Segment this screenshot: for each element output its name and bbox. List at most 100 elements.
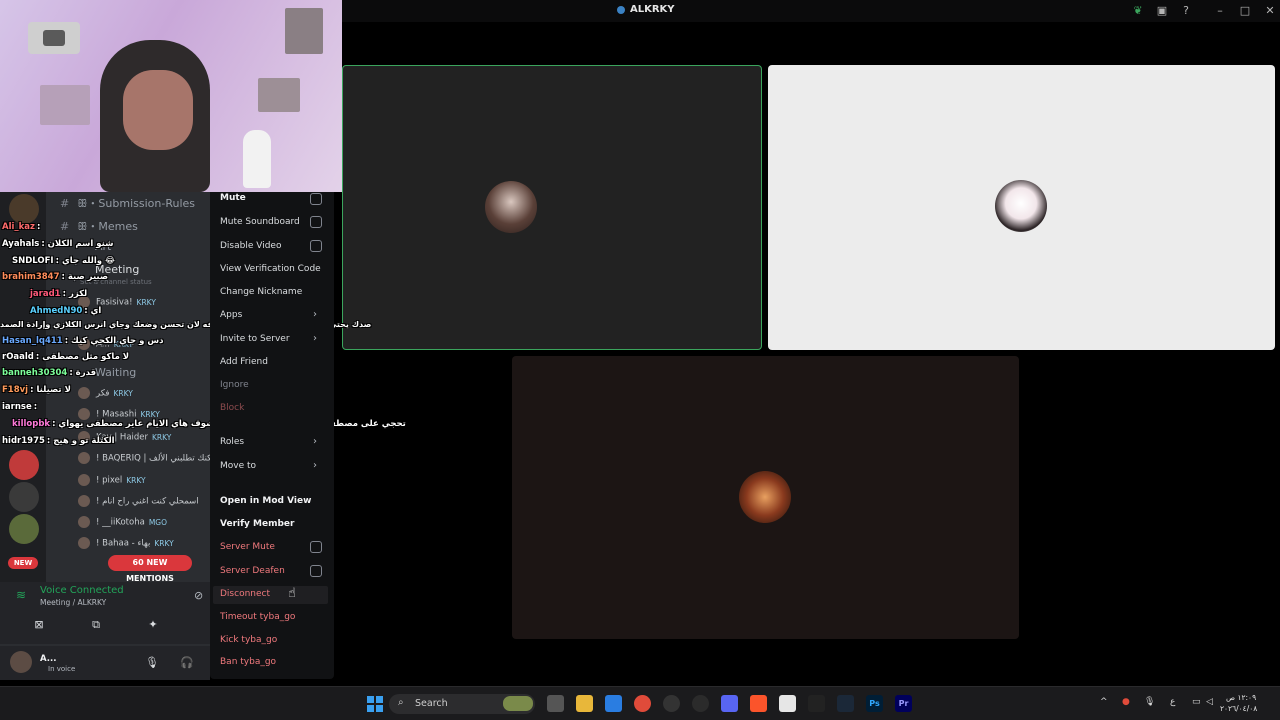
- file-explorer-icon[interactable]: [576, 695, 593, 712]
- search-label: Search: [415, 698, 448, 709]
- discord-icon[interactable]: [721, 695, 738, 712]
- voice-tile[interactable]: [512, 356, 1019, 639]
- menu-item-ban[interactable]: Ban tyba_go: [220, 657, 276, 667]
- voice-member[interactable]: فكر KRKY: [78, 387, 133, 399]
- streamer-face: [123, 70, 193, 150]
- disable-video-checkbox[interactable]: [310, 240, 322, 252]
- chat-message: hidr1975: الكتلة تو و هيج: [2, 436, 115, 446]
- new-mentions-pill[interactable]: 60 NEW MENTIONS: [108, 555, 192, 583]
- windows-icon[interactable]: [367, 696, 383, 712]
- headphones-icon[interactable]: 🎧: [180, 656, 194, 669]
- new-badge[interactable]: NEW: [8, 557, 38, 569]
- photoshop-icon[interactable]: Ps: [866, 695, 883, 712]
- window-title: ALKRKY: [630, 4, 675, 15]
- award-plaque: [285, 8, 323, 54]
- menu-item-server-deafen[interactable]: Server Deafen: [220, 566, 285, 576]
- menu-item-disconnect[interactable]: Disconnect: [220, 589, 270, 599]
- disconnect-call-icon[interactable]: ⊘: [194, 589, 203, 602]
- voice-tile-speaking[interactable]: [342, 65, 762, 350]
- microphone: [243, 130, 271, 188]
- store-icon[interactable]: [605, 695, 622, 712]
- voice-member[interactable]: ! Bahaa - بهاء KRKY: [78, 537, 174, 549]
- menu-item-ignore[interactable]: Ignore: [220, 380, 249, 390]
- channel-item[interactable]: # ꕥ・Memes: [60, 218, 138, 234]
- participant-avatar: [739, 471, 791, 523]
- video-off-icon[interactable]: ⊠: [28, 617, 50, 633]
- award-plaque: [258, 78, 300, 112]
- menu-item-roles[interactable]: Roles: [220, 437, 244, 447]
- menu-item-add-friend[interactable]: Add Friend: [220, 357, 268, 367]
- chat-message: rOaald: لا ماكو مثل مصطفى: [2, 352, 130, 362]
- leaf-icon[interactable]: ❦: [1131, 4, 1145, 18]
- steam-helper-icon[interactable]: [663, 695, 680, 712]
- server-icon[interactable]: [9, 514, 39, 544]
- voice-channel-path[interactable]: Meeting / ALKRKY: [40, 598, 106, 607]
- chevron-up-icon[interactable]: ^: [1100, 697, 1108, 707]
- server-icon[interactable]: [9, 482, 39, 512]
- close-icon[interactable]: ✕: [1263, 4, 1277, 18]
- menu-item-kick[interactable]: Kick tyba_go: [220, 635, 277, 645]
- voice-member[interactable]: ! pixel KRKY: [78, 474, 146, 486]
- language-indicator[interactable]: ع: [1170, 697, 1175, 707]
- menu-item-server-mute[interactable]: Server Mute: [220, 542, 275, 552]
- steam-icon[interactable]: [837, 695, 854, 712]
- volume-icon[interactable]: ◁: [1206, 697, 1213, 707]
- menu-item-block[interactable]: Block: [220, 403, 244, 413]
- server-icon[interactable]: [9, 194, 39, 224]
- award-plaque: [40, 85, 90, 125]
- chat-message: Ayahals: شنو اسم الكلان: [2, 239, 114, 249]
- menu-item-apps[interactable]: Apps: [220, 310, 242, 320]
- voice-member[interactable]: ! BAQERIQ | يمكنك تطلبني الألف: [78, 452, 223, 464]
- inbox-icon[interactable]: ▣: [1155, 4, 1169, 18]
- menu-item-open-in-mod-view[interactable]: Open in Mod View: [220, 496, 311, 506]
- clock-date[interactable]: ٢٠٢٦/٠٤/٠٨: [1220, 704, 1257, 713]
- task-view-icon[interactable]: [547, 695, 564, 712]
- chat-message: Hasan_lq411: دس و جاي الكجي كيك: [2, 336, 164, 346]
- voice-member[interactable]: ! __iiKotoha MGO: [78, 516, 167, 528]
- mute-checkbox[interactable]: [310, 193, 322, 205]
- premiere-icon[interactable]: Pr: [895, 695, 912, 712]
- server-mute-checkbox[interactable]: [310, 541, 322, 553]
- screen-share-icon[interactable]: ⧉: [85, 617, 107, 633]
- tray-app-icon[interactable]: ●: [1122, 697, 1130, 707]
- user-name[interactable]: A...: [40, 654, 56, 664]
- menu-item-timeout[interactable]: Timeout tyba_go: [220, 612, 295, 622]
- menu-item-mute[interactable]: Mute: [220, 193, 246, 203]
- chat-message: jarad1: لكزر: [30, 289, 88, 299]
- chrome-icon[interactable]: [634, 695, 651, 712]
- maximize-icon[interactable]: □: [1238, 4, 1252, 18]
- microphone-tray-icon[interactable]: 🎙: [1144, 697, 1155, 707]
- brave-icon[interactable]: [750, 695, 767, 712]
- network-icon[interactable]: ▭: [1192, 697, 1201, 707]
- menu-item-disable-video[interactable]: Disable Video: [220, 241, 281, 251]
- chat-message: brahim3847: صبير صبة: [2, 272, 109, 282]
- menu-item-move-to[interactable]: Move to: [220, 461, 256, 471]
- menu-item-invite-to-server[interactable]: Invite to Server: [220, 334, 290, 344]
- signal-icon[interactable]: ≋: [16, 588, 26, 602]
- menu-item-mute-soundboard[interactable]: Mute Soundboard: [220, 217, 300, 227]
- mute-soundboard-checkbox[interactable]: [310, 216, 322, 228]
- help-icon[interactable]: ?: [1179, 4, 1193, 18]
- activities-icon[interactable]: ✦: [142, 617, 164, 633]
- user-status: In voice: [48, 665, 76, 673]
- search-icon: ⌕: [398, 697, 404, 708]
- minimize-icon[interactable]: –: [1213, 4, 1227, 18]
- clock-time[interactable]: ١٢:٠٩ ص: [1226, 693, 1256, 702]
- capcut-icon[interactable]: [808, 695, 825, 712]
- server-icon[interactable]: [9, 450, 39, 480]
- microphone-icon[interactable]: 🎙: [145, 656, 159, 669]
- document-app-icon[interactable]: [779, 695, 796, 712]
- voice-connected-status[interactable]: Voice Connected: [40, 585, 124, 596]
- server-deafen-checkbox[interactable]: [310, 565, 322, 577]
- menu-item-view-verification-code[interactable]: View Verification Code: [220, 264, 321, 274]
- chevron-right-icon: ›: [313, 333, 317, 344]
- obs-icon[interactable]: [692, 695, 709, 712]
- participant-avatar: [485, 181, 537, 233]
- menu-item-change-nickname[interactable]: Change Nickname: [220, 287, 302, 297]
- voice-tile[interactable]: [768, 65, 1275, 350]
- channel-item[interactable]: # ꕥ・Submission-Rules: [60, 195, 195, 211]
- avatar[interactable]: [10, 651, 32, 673]
- menu-item-verify-member[interactable]: Verify Member: [220, 519, 294, 529]
- voice-member[interactable]: ! اسمحلي كنت اغني راح انام: [78, 495, 203, 507]
- voice-channel-item[interactable]: Waiting: [95, 366, 136, 379]
